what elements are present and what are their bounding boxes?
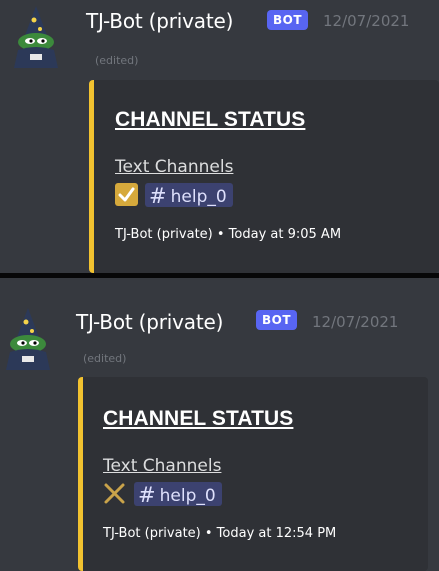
embed: CHANNEL STATUS Text Channels # help_0 TJ-… (78, 377, 428, 571)
pepe-wizard-avatar[interactable] (4, 4, 68, 70)
channel-name: help_0 (170, 187, 227, 207)
message-1: TJ-Bot (private) BOT 12/07/2021 (edited)… (0, 0, 439, 273)
embed: CHANNEL STATUS Text Channels # help_0 TJ-… (89, 80, 439, 273)
edited-label: (edited) (83, 352, 127, 365)
channel-name: help_0 (159, 486, 216, 506)
embed-accent-bar (89, 80, 94, 273)
author-name[interactable]: TJ-Bot (private) (76, 310, 223, 334)
embed-title: CHANNEL STATUS (103, 407, 294, 430)
message-2: TJ-Bot (private) BOT 12/07/2021 (edited)… (0, 278, 439, 571)
embed-accent-bar (78, 377, 83, 571)
channel-hash-icon: # (149, 184, 167, 208)
pepe-wizard-avatar[interactable] (0, 306, 60, 372)
bot-badge: BOT (256, 310, 298, 330)
embed-footer: TJ-Bot (private) • Today at 9:05 AM (115, 227, 342, 242)
field-name: Text Channels (115, 157, 234, 177)
embed-footer: TJ-Bot (private) • Today at 12:54 PM (103, 526, 337, 541)
channel-hash-icon: # (138, 483, 156, 507)
embed-title: CHANNEL STATUS (115, 108, 306, 131)
edited-label: (edited) (95, 54, 139, 67)
check-icon (115, 183, 138, 206)
channel-mention[interactable]: # help_0 (134, 482, 222, 507)
timestamp[interactable]: 12/07/2021 (312, 313, 398, 331)
channel-mention[interactable]: # help_0 (145, 183, 233, 208)
author-name[interactable]: TJ-Bot (private) (86, 9, 233, 33)
field-name: Text Channels (103, 456, 222, 476)
bot-badge: BOT (267, 10, 309, 30)
cross-icon (103, 482, 126, 505)
timestamp[interactable]: 12/07/2021 (323, 12, 409, 30)
